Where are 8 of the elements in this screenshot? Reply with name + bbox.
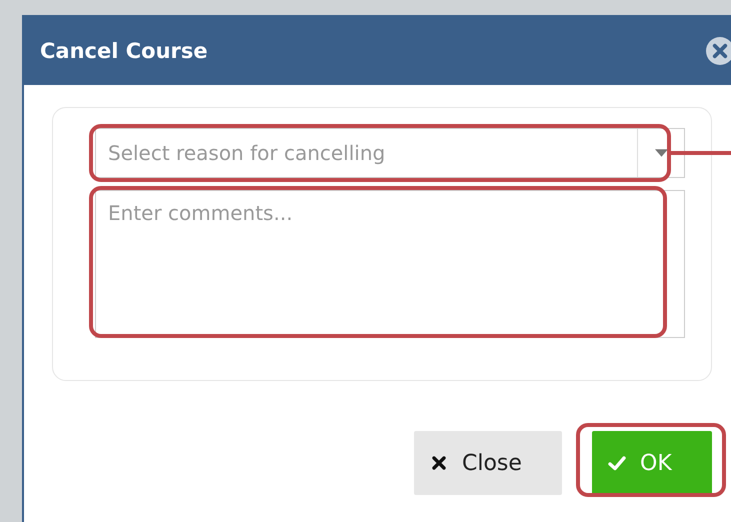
close-button[interactable]: Close — [414, 431, 562, 495]
comments-field[interactable]: Enter comments... — [95, 190, 685, 338]
checkmark-icon — [608, 455, 626, 471]
reason-dropdown[interactable]: Select reason for cancelling — [95, 128, 685, 178]
dialog-title: Cancel Course — [40, 39, 208, 63]
close-icon[interactable] — [706, 37, 731, 65]
caret-icon — [654, 149, 668, 157]
close-icon — [430, 455, 448, 471]
